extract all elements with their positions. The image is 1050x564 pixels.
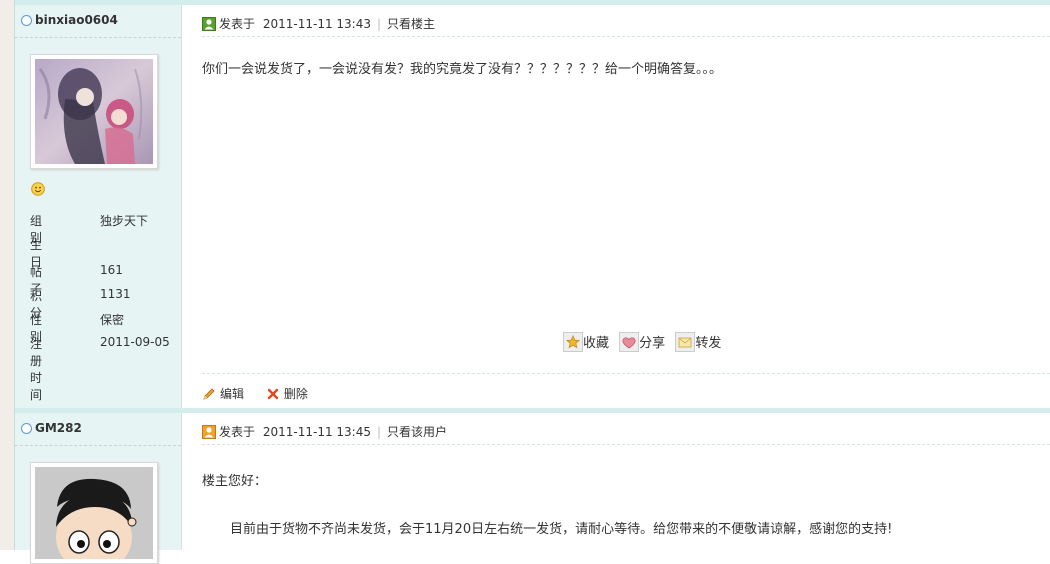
post-meta: 发表于 2011-11-11 13:45 | 只看该用户 bbox=[202, 423, 447, 441]
avatar-image bbox=[35, 59, 153, 164]
profile-value: 保密 bbox=[100, 313, 125, 327]
author-sidebar: binxiao0604 组别 独步天下 生日 帖子 161 积分 1131 性别… bbox=[15, 5, 182, 410]
author-sidebar: GM282 bbox=[15, 413, 182, 564]
post-content: 目前由于货物不齐尚未发货，会于11月20日左右统一发货，请耐心等待。给您带来的不… bbox=[230, 522, 893, 537]
online-status-icon bbox=[21, 15, 32, 26]
meta-divider bbox=[202, 444, 1050, 445]
profile-label: 注册时间 bbox=[30, 337, 43, 402]
post-2: GM282 发表于 2011-11-11 13:45 | 只看该用户 楼主您好：… bbox=[15, 408, 1050, 564]
envelope-icon bbox=[675, 332, 696, 352]
meta-separator: | bbox=[376, 425, 382, 439]
post-body: 发表于 2011-11-11 13:45 | 只看该用户 楼主您好： 目前由于货物不… bbox=[182, 413, 1050, 550]
edit-label: 编辑 bbox=[220, 387, 245, 401]
forward-label: 转发 bbox=[695, 336, 722, 351]
user-icon bbox=[202, 425, 216, 439]
meta-separator: | bbox=[376, 17, 382, 31]
actions-divider bbox=[202, 373, 1050, 374]
avatar-image bbox=[35, 467, 153, 559]
star-icon bbox=[563, 332, 583, 352]
delete-icon bbox=[267, 388, 279, 400]
page-left-edge bbox=[0, 0, 14, 550]
share-label: 分享 bbox=[639, 336, 666, 351]
share-bar: 收藏 分享 转发 bbox=[563, 332, 727, 354]
favorite-button[interactable]: 收藏 bbox=[563, 332, 609, 352]
post-meta: 发表于 2011-11-11 13:43 | 只看楼主 bbox=[202, 15, 435, 33]
profile-value: 1131 bbox=[100, 287, 131, 301]
author-username[interactable]: GM282 bbox=[35, 421, 82, 435]
post-timestamp: 2011-11-11 13:43 bbox=[262, 17, 371, 31]
profile-value[interactable]: 161 bbox=[100, 263, 123, 277]
delete-button[interactable]: 删除 bbox=[266, 385, 308, 402]
author-username[interactable]: binxiao0604 bbox=[35, 13, 118, 27]
edit-button[interactable]: 编辑 bbox=[202, 385, 244, 402]
online-status-icon bbox=[21, 423, 32, 434]
profile-value: 独步天下 bbox=[100, 214, 149, 228]
avatar[interactable] bbox=[30, 462, 158, 564]
posted-label: 发表于 bbox=[219, 425, 256, 439]
view-only-author-link[interactable]: 只看楼主 bbox=[387, 17, 435, 31]
forward-button[interactable]: 转发 bbox=[675, 332, 721, 352]
post-greeting: 楼主您好： bbox=[202, 474, 268, 489]
user-icon bbox=[202, 17, 216, 31]
favorite-label: 收藏 bbox=[583, 336, 610, 351]
post-body: 发表于 2011-11-11 13:43 | 只看楼主 你们一会说发货了，一会说没有… bbox=[182, 5, 1050, 410]
author-header: GM282 bbox=[15, 413, 181, 446]
heart-icon bbox=[619, 332, 640, 352]
post-content: 你们一会说发货了，一会说没有发？我的究竟发了没有？？？？？？？给一个明确答复。。… bbox=[202, 62, 723, 77]
avatar[interactable] bbox=[30, 54, 158, 169]
smiley-icon bbox=[31, 182, 45, 196]
view-only-user-link[interactable]: 只看该用户 bbox=[387, 425, 447, 439]
share-button[interactable]: 分享 bbox=[619, 332, 665, 352]
pencil-icon bbox=[203, 388, 215, 400]
meta-divider bbox=[202, 36, 1050, 37]
post-1: binxiao0604 组别 独步天下 生日 帖子 161 积分 1131 性别… bbox=[15, 0, 1050, 410]
posted-label: 发表于 bbox=[219, 17, 256, 31]
profile-value: 2011-09-05 bbox=[100, 335, 170, 349]
post-actions: 编辑 删除 bbox=[202, 385, 326, 402]
post-timestamp: 2011-11-11 13:45 bbox=[262, 425, 371, 439]
author-header: binxiao0604 bbox=[15, 5, 181, 38]
delete-label: 删除 bbox=[283, 387, 308, 401]
